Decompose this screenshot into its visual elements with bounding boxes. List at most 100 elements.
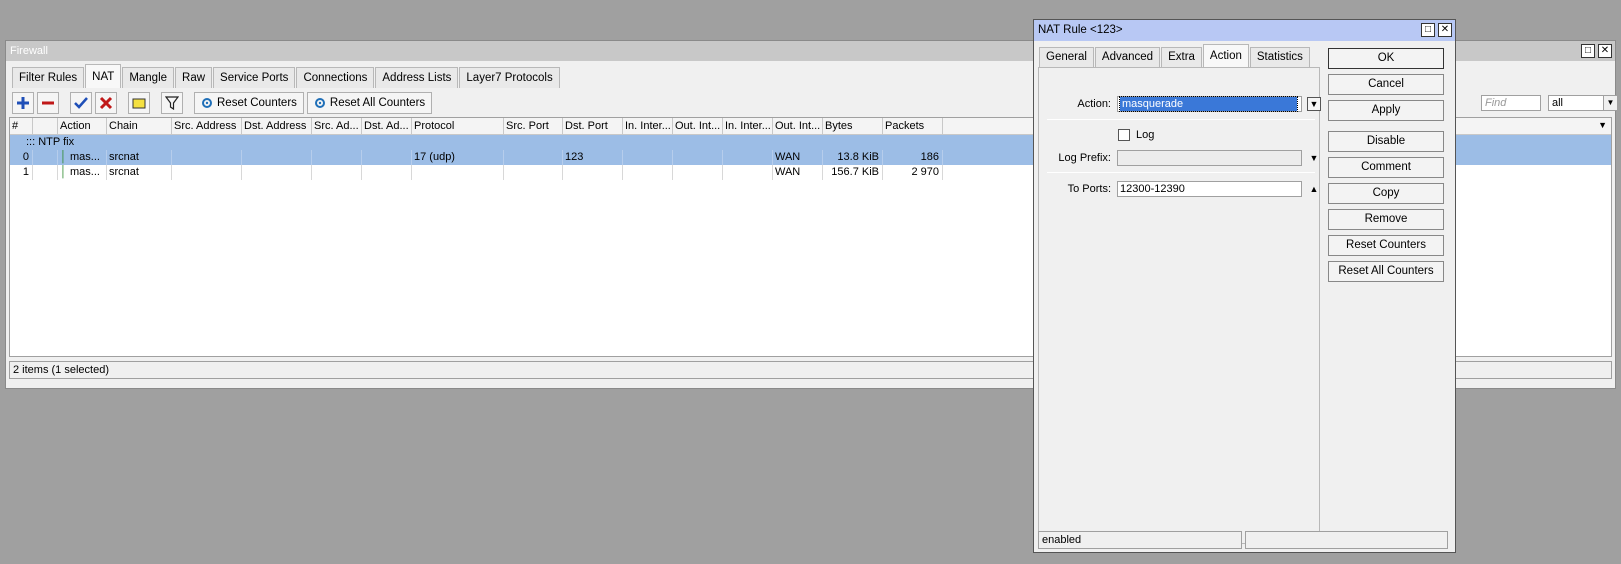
tab-statistics[interactable]: Statistics <box>1249 47 1310 67</box>
row-dst-port: 123 <box>563 150 623 165</box>
plus-icon <box>17 97 29 109</box>
column-header[interactable]: Out. Int... <box>673 118 723 134</box>
action-select[interactable]: masquerade <box>1117 96 1302 112</box>
row-action-text: mas... <box>70 166 100 178</box>
comment-button[interactable] <box>128 92 150 114</box>
tab-mangle[interactable]: Mangle <box>122 67 175 88</box>
nat-rule-dialog: NAT Rule <123> □ ✕ General Advanced Extr… <box>1033 19 1456 553</box>
row-protocol <box>412 165 504 180</box>
action-select-value: masquerade <box>1118 96 1299 112</box>
tab-filter-rules[interactable]: Filter Rules <box>12 67 85 88</box>
reset-icon <box>314 98 325 108</box>
copy-button[interactable]: Copy <box>1328 183 1444 204</box>
column-header[interactable]: In. Inter... <box>623 118 673 134</box>
row-out-interface: WAN <box>773 150 823 165</box>
reset-all-counters-button[interactable]: Reset All Counters <box>1328 261 1444 282</box>
x-icon <box>99 96 113 110</box>
tab-raw[interactable]: Raw <box>175 67 213 88</box>
to-ports-label: To Ports: <box>1067 183 1111 195</box>
row-number: 0 <box>10 150 33 165</box>
chevron-down-icon[interactable]: ▼ <box>1307 151 1321 165</box>
tab-layer7-protocols[interactable]: Layer7 Protocols <box>459 67 560 88</box>
comment-button[interactable]: Comment <box>1328 157 1444 178</box>
apply-button[interactable]: Apply <box>1328 100 1444 121</box>
divider <box>1047 172 1315 173</box>
filter-select[interactable]: all ▼ <box>1548 95 1618 111</box>
column-header[interactable]: Src. Address <box>172 118 242 134</box>
reset-all-counters-label: Reset All Counters <box>329 97 426 109</box>
row-action: │ mas... <box>58 150 107 165</box>
column-header[interactable] <box>33 118 58 134</box>
cancel-button[interactable]: Cancel <box>1328 74 1444 95</box>
action-label: Action: <box>1077 98 1111 110</box>
find-input[interactable]: Find <box>1481 95 1541 111</box>
remove-button[interactable]: Remove <box>1328 209 1444 230</box>
column-header[interactable]: Dst. Port <box>563 118 623 134</box>
column-header[interactable]: Src. Port <box>504 118 563 134</box>
close-icon[interactable]: ✕ <box>1438 23 1452 37</box>
row-flags <box>33 150 58 165</box>
column-header[interactable]: Dst. Ad... <box>362 118 412 134</box>
row-action: │ mas... <box>58 165 107 180</box>
reset-counters-button[interactable]: Reset Counters <box>194 92 304 114</box>
remove-button[interactable] <box>37 92 59 114</box>
masquerade-icon: │ <box>60 151 67 163</box>
tab-advanced[interactable]: Advanced <box>1094 47 1161 67</box>
column-header[interactable]: Out. Int... <box>773 118 823 134</box>
minus-icon <box>42 101 54 105</box>
maximize-icon[interactable]: □ <box>1581 44 1595 58</box>
log-prefix-input[interactable] <box>1117 150 1302 166</box>
row-action-text: mas... <box>70 151 100 163</box>
column-header[interactable]: Protocol <box>412 118 504 134</box>
reset-icon <box>202 98 212 108</box>
column-header[interactable]: Src. Ad... <box>312 118 362 134</box>
to-ports-input[interactable]: 12300-12390 <box>1117 181 1302 197</box>
disable-button[interactable] <box>95 92 117 114</box>
dropdown-icon[interactable]: ▼ <box>1307 97 1321 111</box>
column-header[interactable]: In. Inter... <box>723 118 773 134</box>
row-bytes: 156.7 KiB <box>823 165 883 180</box>
maximize-icon[interactable]: □ <box>1421 23 1435 37</box>
tab-nat[interactable]: NAT <box>85 64 122 88</box>
chevron-up-icon[interactable]: ▲ <box>1307 182 1321 196</box>
nat-dialog-status-bar: enabled <box>1038 531 1448 549</box>
add-button[interactable] <box>12 92 34 114</box>
ok-button[interactable]: OK <box>1328 48 1444 69</box>
funnel-icon <box>165 96 179 110</box>
column-header[interactable]: Chain <box>107 118 172 134</box>
column-menu-icon[interactable]: ▼ <box>1598 120 1607 130</box>
close-icon[interactable]: ✕ <box>1598 44 1612 58</box>
row-packets: 186 <box>883 150 943 165</box>
masquerade-icon: │ <box>60 166 67 178</box>
tab-service-ports[interactable]: Service Ports <box>213 67 296 88</box>
reset-counters-label: Reset Counters <box>217 97 297 109</box>
action-tab-panel: Action: masquerade ▼ Log Log Prefix: ▼ T… <box>1038 67 1321 544</box>
enable-button[interactable] <box>70 92 92 114</box>
column-header[interactable]: Bytes <box>823 118 883 134</box>
row-bytes: 13.8 KiB <box>823 150 883 165</box>
filter-button[interactable] <box>161 92 183 114</box>
column-header[interactable]: Packets <box>883 118 943 134</box>
log-prefix-label: Log Prefix: <box>1058 152 1111 164</box>
divider <box>1047 119 1315 120</box>
row-number: 1 <box>10 165 33 180</box>
tab-address-lists[interactable]: Address Lists <box>375 67 459 88</box>
column-header[interactable]: Dst. Address <box>242 118 312 134</box>
tab-connections[interactable]: Connections <box>296 67 375 88</box>
reset-counters-button[interactable]: Reset Counters <box>1328 235 1444 256</box>
tab-action[interactable]: Action <box>1202 44 1249 67</box>
log-label: Log <box>1136 129 1155 141</box>
reset-all-counters-button[interactable]: Reset All Counters <box>306 92 433 114</box>
column-header[interactable]: # <box>10 118 33 134</box>
chevron-down-icon[interactable]: ▼ <box>1603 96 1617 110</box>
firewall-title: Firewall <box>10 45 48 57</box>
log-checkbox[interactable] <box>1118 129 1130 141</box>
tab-extra[interactable]: Extra <box>1161 47 1202 67</box>
row-chain: srcnat <box>107 150 172 165</box>
row-out-interface: WAN <box>773 165 823 180</box>
nat-dialog-title-bar[interactable]: NAT Rule <123> □ ✕ <box>1034 20 1455 41</box>
tab-general[interactable]: General <box>1039 47 1094 67</box>
disable-button[interactable]: Disable <box>1328 131 1444 152</box>
column-header[interactable]: Action <box>58 118 107 134</box>
row-packets: 2 970 <box>883 165 943 180</box>
